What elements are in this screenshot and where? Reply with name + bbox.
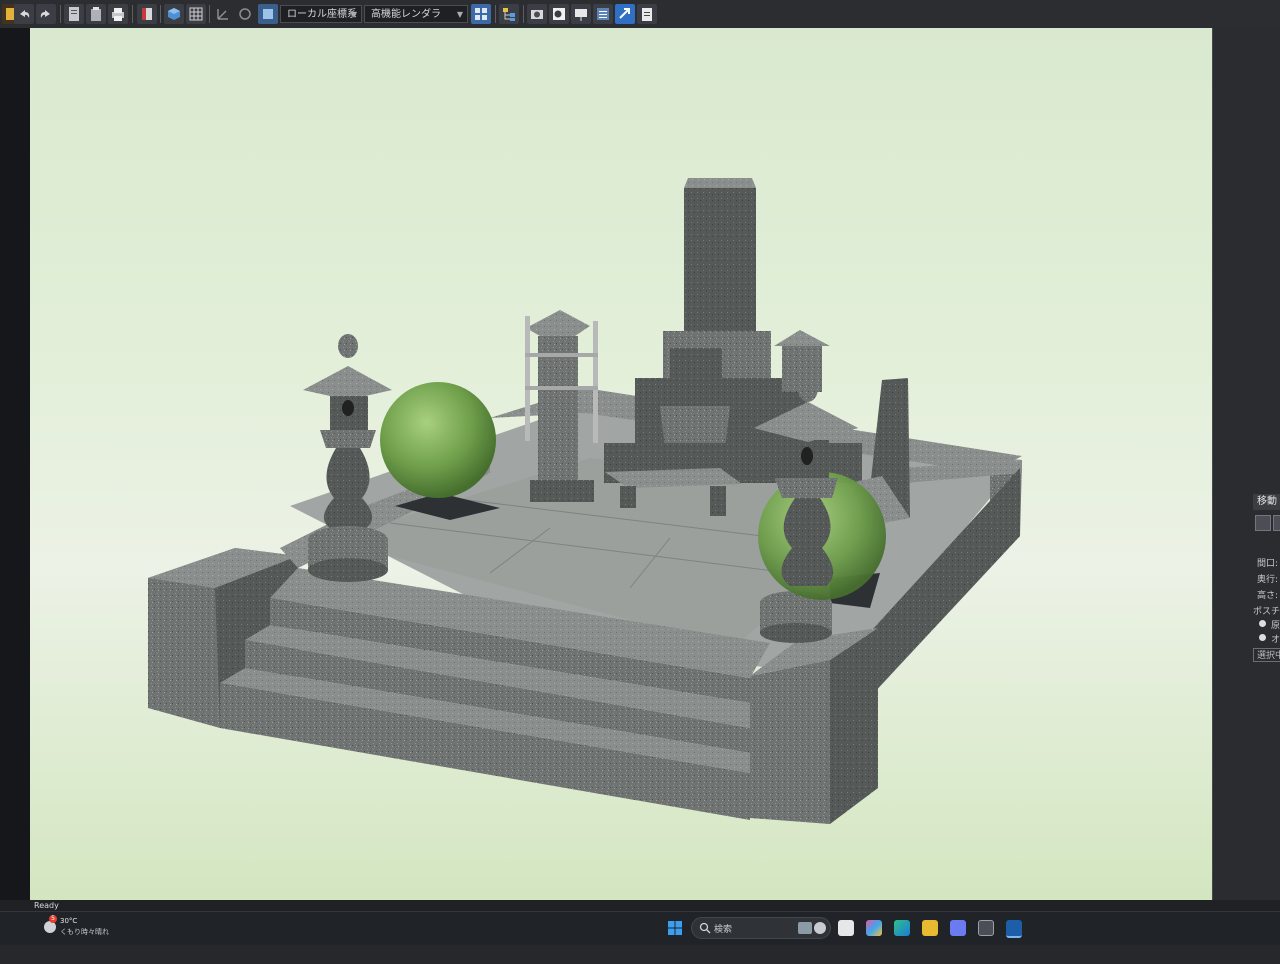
field-depth-label: 奥行: <box>1257 575 1279 585</box>
shrub-left <box>380 382 496 498</box>
taskbar-search[interactable]: 検索 <box>691 917 831 939</box>
chevron-down-icon: ▼ <box>456 10 463 19</box>
grave-model-render <box>148 178 1022 824</box>
small-lantern-roof <box>774 330 830 346</box>
hierarchy-icon[interactable] <box>499 4 519 24</box>
file-explorer-icon[interactable] <box>922 920 938 936</box>
monitor-screen: ローカル座標系 ▼ 高機能レンダラ ▼ 移動 間口: 奥行: 高さ: ポスチ 原… <box>0 0 1280 945</box>
render-grid-icon[interactable] <box>471 4 491 24</box>
front-right-pillar <box>750 660 830 824</box>
lantern-left-roof <box>303 366 392 400</box>
radio-object-label: オブ <box>1271 635 1280 645</box>
book-red-icon[interactable] <box>137 4 157 24</box>
weather-temperature: 30°C <box>60 917 78 925</box>
clipboard-icon[interactable] <box>637 4 657 24</box>
gravestone-main <box>684 188 756 343</box>
undo-icon[interactable] <box>14 4 34 24</box>
search-placeholder: 検索 <box>714 925 733 935</box>
radio-object[interactable] <box>1259 634 1266 641</box>
main-toolbar: ローカル座標系 ▼ 高機能レンダラ ▼ <box>0 0 1280 29</box>
paste-icon[interactable] <box>86 4 106 24</box>
windows-start-icon[interactable] <box>667 920 683 936</box>
windows-taskbar: 5 30°C くもり時々晴れ 検索 <box>0 911 1280 945</box>
export-icon[interactable] <box>615 4 635 24</box>
print-icon[interactable] <box>108 4 128 24</box>
toolbar-separator <box>132 5 133 23</box>
rotate-icon[interactable] <box>235 4 255 24</box>
rotate-tool-icon[interactable] <box>1273 515 1280 531</box>
move-panel-header: 移動・ <box>1253 494 1280 510</box>
monitor-bezel <box>0 945 1280 964</box>
search-highlight-icon <box>798 922 812 934</box>
toolbar-separator <box>523 5 524 23</box>
material-icon[interactable] <box>549 4 569 24</box>
edge-icon[interactable] <box>894 920 910 936</box>
search-icon <box>699 922 711 934</box>
lantern-left-post <box>323 448 373 528</box>
task-view-icon[interactable] <box>838 920 854 936</box>
axis-icon[interactable] <box>213 4 233 24</box>
list-panel-icon[interactable] <box>593 4 613 24</box>
move-tool-icon[interactable] <box>1255 515 1271 531</box>
redo-icon[interactable] <box>36 4 56 24</box>
view-cube-icon[interactable] <box>164 4 184 24</box>
left-edge-panel <box>0 28 30 900</box>
store-icon[interactable] <box>950 920 966 936</box>
toolbar-separator <box>495 5 496 23</box>
grid-icon[interactable] <box>186 4 206 24</box>
selected-button[interactable]: 選択中 <box>1253 648 1280 662</box>
3d-viewport[interactable] <box>30 28 1212 900</box>
camera-icon[interactable] <box>527 4 547 24</box>
status-bar: Ready <box>0 900 1280 911</box>
flower-stand <box>660 406 730 448</box>
position-label: ポスチ <box>1253 607 1280 617</box>
toolbar-separator <box>60 5 61 23</box>
copilot-icon <box>814 922 826 934</box>
cad-app-icon[interactable] <box>1006 920 1022 938</box>
status-text: Ready <box>34 901 59 910</box>
coordinate-system-value: ローカル座標系 <box>287 9 357 20</box>
toolbar-separator <box>160 5 161 23</box>
coordinate-icon[interactable] <box>258 4 278 24</box>
chevron-down-icon: ▼ <box>350 10 357 19</box>
properties-panel: 移動・ 間口: 奥行: 高さ: ポスチ 原 オブ 選択中 <box>1212 28 1280 900</box>
weather-badge: 5 <box>49 915 57 923</box>
field-width-label: 間口: <box>1257 559 1279 569</box>
renderer-select[interactable]: 高機能レンダラ ▼ <box>364 5 468 23</box>
stone-pillar-roof <box>526 310 590 336</box>
radio-origin[interactable] <box>1259 620 1266 627</box>
renderer-value: 高機能レンダラ <box>371 9 441 20</box>
toolbar-separator <box>209 5 210 23</box>
field-height-label: 高さ: <box>1257 591 1279 601</box>
weather-description: くもり時々晴れ <box>60 928 109 936</box>
app-window-icon[interactable] <box>978 920 994 936</box>
stone-pillar <box>538 336 578 486</box>
coordinate-system-select[interactable]: ローカル座標系 ▼ <box>280 5 362 23</box>
copilot-app-icon[interactable] <box>866 920 882 936</box>
presentation-icon[interactable] <box>571 4 591 24</box>
radio-origin-label: 原 <box>1271 621 1280 631</box>
document-icon[interactable] <box>64 4 84 24</box>
